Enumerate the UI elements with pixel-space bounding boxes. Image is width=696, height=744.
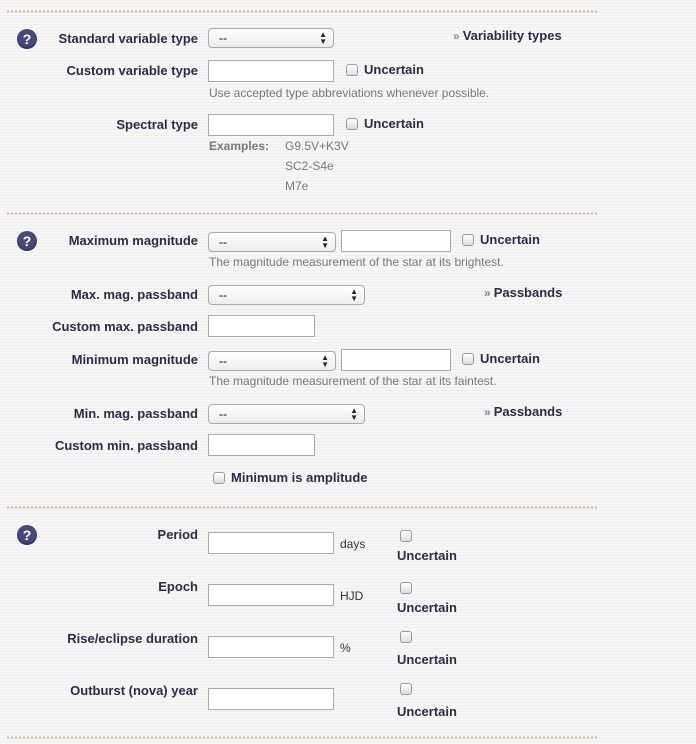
custom-variable-uncertain-label: Uncertain: [364, 62, 424, 77]
double-chevron-right-icon: »: [484, 405, 491, 419]
outburst-uncertain-label: Uncertain: [397, 704, 457, 719]
up-down-arrows-icon: ▲ ▼: [321, 353, 329, 369]
min-mag-passband-select[interactable]: -- ▲ ▼: [208, 404, 365, 424]
outburst-year-input[interactable]: [208, 688, 334, 710]
up-down-arrows-icon: ▲ ▼: [321, 234, 329, 250]
spectral-type-label: Spectral type: [116, 117, 198, 132]
rise-uncertain-checkbox[interactable]: [400, 631, 412, 643]
example-item: SC2-S4e: [285, 159, 334, 173]
section-divider: [6, 506, 598, 509]
epoch-uncertain-checkbox[interactable]: [400, 582, 412, 594]
minimum-magnitude-hint: The magnitude measurement of the star at…: [209, 374, 497, 388]
section-divider: [6, 10, 598, 13]
min-mag-uncertain-label: Uncertain: [480, 351, 540, 366]
rise-eclipse-duration-input[interactable]: [208, 636, 334, 658]
custom-min-passband-input[interactable]: [208, 434, 315, 456]
passbands-link[interactable]: » Passbands: [484, 404, 562, 419]
variability-types-link[interactable]: » Variability types: [453, 28, 562, 43]
period-uncertain-label: Uncertain: [397, 548, 457, 563]
max-mag-passband-select[interactable]: -- ▲ ▼: [208, 285, 365, 305]
period-unit: days: [340, 537, 366, 551]
maximum-magnitude-select[interactable]: -- ▲ ▼: [208, 232, 336, 252]
custom-variable-type-label: Custom variable type: [66, 63, 199, 78]
up-down-arrows-icon: ▲ ▼: [350, 287, 358, 303]
minimum-magnitude-select[interactable]: -- ▲ ▼: [208, 351, 336, 371]
minimum-magnitude-input[interactable]: [341, 349, 451, 371]
custom-max-passband-label: Custom max. passband: [52, 319, 198, 334]
period-label: Period: [157, 527, 198, 542]
custom-max-passband-input[interactable]: [208, 315, 315, 337]
maximum-magnitude-label: Maximum magnitude: [68, 233, 198, 248]
maximum-magnitude-input[interactable]: [341, 230, 451, 252]
max-mag-passband-label: Max. mag. passband: [70, 287, 198, 302]
example-item: M7e: [285, 179, 309, 193]
custom-variable-type-input[interactable]: [208, 60, 334, 82]
outburst-year-label: Outburst (nova) year: [70, 683, 198, 698]
standard-variable-type-select[interactable]: -- ▲ ▼: [208, 28, 334, 48]
rise-eclipse-unit: %: [340, 641, 351, 655]
period-input[interactable]: [208, 532, 334, 554]
rise-uncertain-label: Uncertain: [397, 652, 457, 667]
rise-eclipse-duration-label: Rise/eclipse duration: [67, 631, 198, 646]
spectral-uncertain-checkbox[interactable]: [346, 118, 358, 130]
custom-variable-hint: Use accepted type abbreviations whenever…: [209, 86, 490, 100]
help-icon[interactable]: ?: [17, 231, 37, 251]
custom-variable-uncertain-checkbox[interactable]: [346, 64, 358, 76]
minimum-is-amplitude-label: Minimum is amplitude: [231, 470, 368, 485]
max-mag-uncertain-checkbox[interactable]: [462, 234, 474, 246]
spectral-uncertain-label: Uncertain: [364, 116, 424, 131]
double-chevron-right-icon: »: [453, 29, 460, 43]
standard-variable-type-label: Standard variable type: [58, 31, 198, 46]
maximum-magnitude-hint: The magnitude measurement of the star at…: [209, 255, 504, 269]
help-icon[interactable]: ?: [17, 525, 37, 545]
example-item: G9.5V+K3V: [285, 139, 349, 153]
outburst-uncertain-checkbox[interactable]: [400, 683, 412, 695]
section-divider: [6, 212, 598, 215]
epoch-unit: HJD: [340, 589, 364, 603]
epoch-uncertain-label: Uncertain: [397, 600, 457, 615]
min-mag-passband-label: Min. mag. passband: [73, 406, 198, 421]
spectral-type-input[interactable]: [208, 114, 334, 136]
epoch-input[interactable]: [208, 584, 334, 606]
epoch-label: Epoch: [158, 579, 198, 594]
examples-label: Examples:: [209, 139, 270, 153]
min-mag-uncertain-checkbox[interactable]: [462, 353, 474, 365]
period-uncertain-checkbox[interactable]: [400, 530, 412, 542]
minimum-magnitude-label: Minimum magnitude: [71, 352, 198, 367]
section-divider: [6, 736, 598, 739]
up-down-arrows-icon: ▲ ▼: [350, 406, 358, 422]
double-chevron-right-icon: »: [484, 286, 491, 300]
up-down-arrows-icon: ▲ ▼: [319, 30, 327, 46]
minimum-is-amplitude-checkbox[interactable]: [213, 472, 225, 484]
passbands-link[interactable]: » Passbands: [484, 285, 562, 300]
custom-min-passband-label: Custom min. passband: [54, 438, 198, 453]
help-icon[interactable]: ?: [17, 29, 37, 49]
max-mag-uncertain-label: Uncertain: [480, 232, 540, 247]
